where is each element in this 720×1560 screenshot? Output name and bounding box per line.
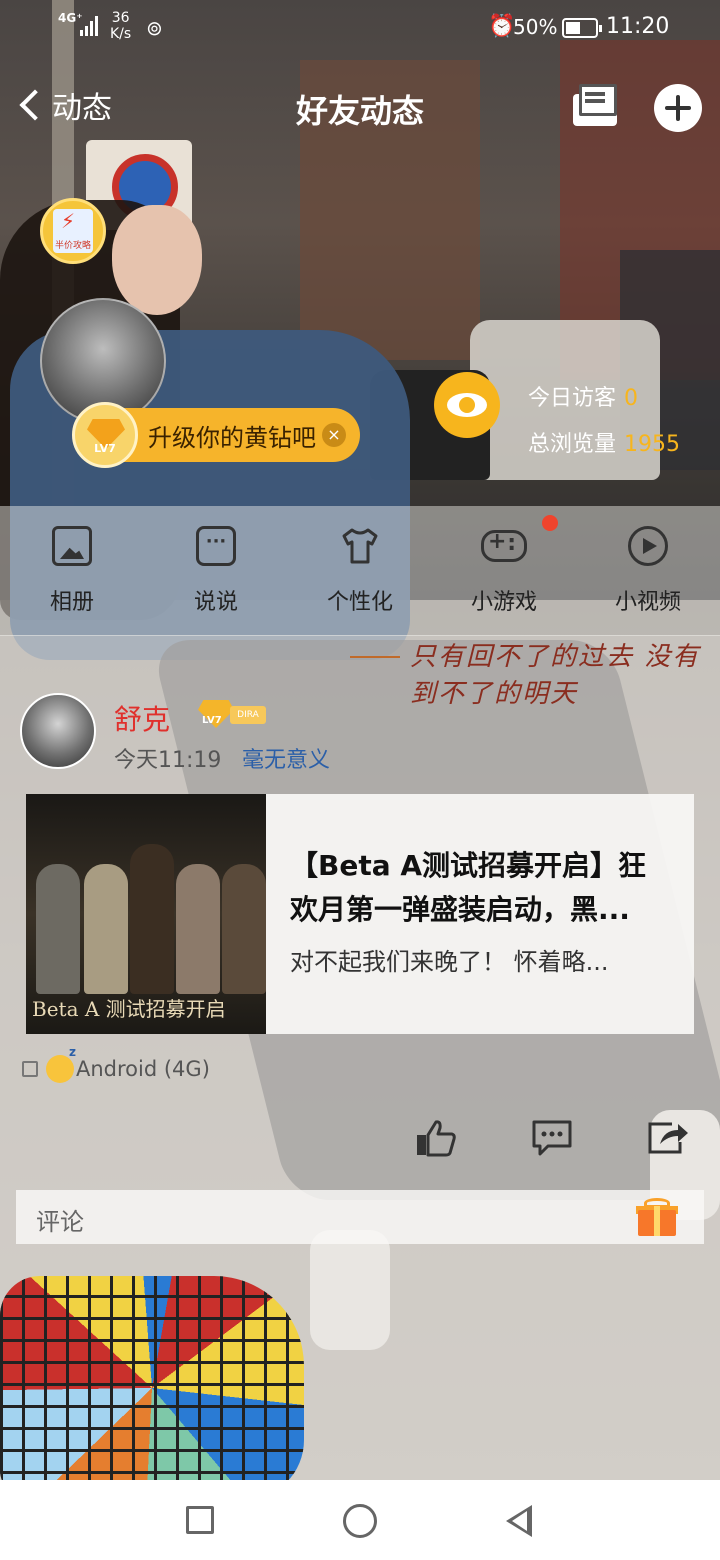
quick-menu: 相册 说说 个性化 小游戏 小视频 [0, 506, 720, 636]
sleepy-face-icon [46, 1045, 76, 1083]
notification-dot [542, 515, 558, 531]
post-author-name[interactable]: 舒克 [114, 698, 170, 738]
menu-item-short-video[interactable]: 小视频 [576, 506, 720, 636]
signal-strength-icon [80, 14, 100, 36]
today-visitors-count: 0 [624, 386, 639, 411]
mail-icon [573, 84, 617, 126]
tshirt-icon [340, 526, 380, 566]
battery-percent: 50% [513, 15, 558, 39]
shared-link-card[interactable]: Beta A 测试招募开启 【Beta A测试招募开启】狂欢月第一弹盛装启动，黑… [26, 794, 694, 1034]
network-speed: 36 K/s [110, 10, 132, 42]
like-button[interactable] [414, 1118, 458, 1158]
speech-bubble-icon [196, 526, 236, 566]
comment-input[interactable]: 评论 [16, 1190, 704, 1244]
share-icon [648, 1122, 688, 1154]
menu-item-personalize[interactable]: 个性化 [288, 506, 432, 636]
comment-placeholder: 评论 [36, 1208, 84, 1236]
clock: 11:20 [606, 14, 670, 39]
device-info: Android (4G) [22, 1045, 210, 1084]
alarm-clock-icon: ⏰ [488, 14, 516, 39]
yellow-diamond-level-badge: LV7 [72, 402, 138, 468]
share-thumbnail: Beta A 测试招募开启 [26, 794, 266, 1034]
today-visitors-label: 今日访客 [528, 386, 617, 411]
share-title: 【Beta A测试招募开启】狂欢月第一弹盛装启动，黑... [290, 849, 647, 926]
gamepad-icon [481, 529, 527, 562]
phone-icon [22, 1061, 38, 1077]
post-author-avatar[interactable] [20, 693, 96, 769]
system-navigation-bar [0, 1480, 720, 1560]
close-icon[interactable]: × [322, 423, 346, 447]
total-views-label: 总浏览量 [528, 432, 617, 457]
photo-album-icon [52, 526, 92, 566]
battery-icon [562, 18, 602, 38]
comment-icon [532, 1120, 572, 1156]
upgrade-yellow-diamond-banner[interactable]: LV7 升级你的黄钻吧 × [72, 402, 360, 468]
vip-level-badge: LV7 DIRA [198, 700, 268, 730]
menu-item-album[interactable]: 相册 [0, 506, 144, 636]
add-post-button[interactable] [654, 84, 702, 132]
visitor-eye-icon[interactable] [434, 372, 500, 438]
thumbs-up-icon [417, 1120, 456, 1157]
thumbnail-caption: Beta A 测试招募开启 [32, 997, 226, 1021]
messages-button[interactable] [570, 84, 620, 128]
top-bar: 动态 好友动态 [0, 70, 720, 140]
share-button[interactable] [646, 1118, 690, 1158]
play-circle-icon [628, 526, 668, 566]
post-text: 毫无意义 [242, 748, 331, 773]
device-label: Android (4G) [76, 1057, 210, 1081]
profile-signature: 只有回不了的过去 没有到不了的明天 [350, 636, 720, 710]
upgrade-text: 升级你的黄钻吧 [148, 423, 316, 452]
network-type: 4G⁺ [58, 11, 83, 25]
system-back-button[interactable] [506, 1505, 532, 1537]
comment-button[interactable] [530, 1118, 574, 1158]
decorative-mosaic-pendant [0, 1276, 304, 1500]
recent-apps-button[interactable] [186, 1506, 214, 1534]
menu-item-shuoshuo[interactable]: 说说 [144, 506, 288, 636]
gift-icon[interactable] [636, 1198, 678, 1236]
half-price-guide-badge[interactable]: 半价攻略 [40, 198, 106, 264]
guide-book-icon: 半价攻略 [53, 209, 93, 253]
share-description: 对不起我们来晚了！ 怀着略... [290, 948, 609, 976]
home-button[interactable] [343, 1504, 377, 1538]
hotspot-icon: ⊚ [146, 16, 163, 40]
post-time: 今天11:19 [114, 748, 222, 773]
status-bar: 4G⁺ 36 K/s ⊚ ⏰ 50% 11:20 [0, 0, 720, 56]
visitor-stats[interactable]: 今日访客 0 总浏览量 1955 [528, 376, 680, 468]
total-views-count: 1955 [624, 432, 681, 457]
